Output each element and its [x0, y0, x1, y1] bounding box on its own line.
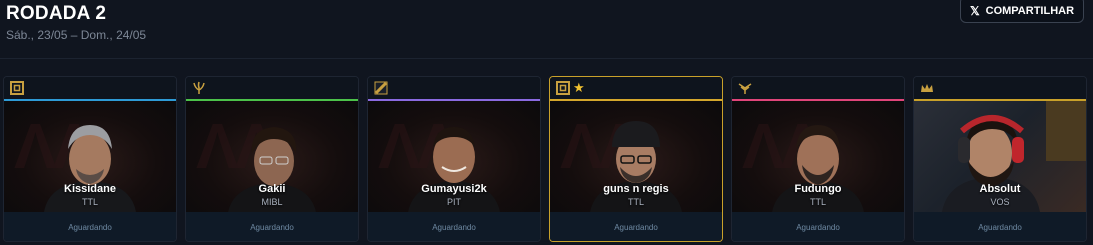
match-status: Aguardando [914, 212, 1086, 241]
share-button-label: COMPARTILHAR [985, 5, 1075, 17]
share-button[interactable]: 𝕏 COMPARTILHAR [960, 0, 1084, 23]
round-header: RODADA 2 Sáb., 23/05 – Dom., 24/05 𝕏 COM… [0, 0, 1093, 58]
player-card[interactable]: Absolut VOS Aguardando [913, 76, 1087, 242]
card-header [4, 77, 176, 99]
match-status: Aguardando [550, 212, 722, 241]
player-team: PIT [446, 197, 461, 207]
player-photo: ΛΛ [368, 101, 540, 212]
card-header [732, 77, 904, 99]
player-team: TTL [81, 197, 98, 207]
round-title: RODADA 2 [6, 3, 107, 24]
match-status: Aguardando [186, 212, 358, 241]
player-card[interactable]: ★ ΛΛ guns n regis TTL Aguardando [549, 76, 723, 242]
round-dates: Sáb., 23/05 – Dom., 24/05 [6, 28, 147, 42]
card-header [368, 77, 540, 99]
wing-icon [738, 83, 752, 94]
player-photo: ΛΛ [732, 101, 904, 212]
player-name: Gumayusi2k [421, 183, 487, 195]
card-header [186, 77, 358, 99]
player-card[interactable]: ΛΛ Gumayusi2k PIT Aguardando [367, 76, 541, 242]
match-status: Aguardando [732, 212, 904, 241]
player-team: MIBL [261, 197, 283, 207]
player-photo: ΛΛ [550, 101, 722, 212]
match-status: Aguardando [4, 212, 176, 241]
match-status: Aguardando [368, 212, 540, 241]
player-name: Absolut [979, 183, 1021, 195]
player-name: guns n regis [603, 183, 669, 195]
header-divider [0, 58, 1093, 59]
card-header: ★ [550, 77, 722, 99]
x-logo-icon: 𝕏 [969, 4, 980, 18]
player-card[interactable]: ΛΛ Kissidane TTL Aguardando [3, 76, 177, 242]
square-frame-icon [10, 81, 24, 95]
player-card[interactable]: ΛΛ Gakii MIBL Aguardando [185, 76, 359, 242]
player-name: Fudungo [794, 183, 842, 195]
card-header [914, 77, 1086, 99]
player-photo [914, 101, 1086, 212]
player-name: Kissidane [64, 183, 116, 195]
player-team: VOS [990, 197, 1010, 207]
square-frame-icon [556, 81, 570, 95]
player-photo: ΛΛ [186, 101, 358, 212]
player-card[interactable]: ΛΛ Fudungo TTL Aguardando [731, 76, 905, 242]
diagonal-slash-icon [374, 81, 388, 95]
player-team: TTL [627, 197, 644, 207]
player-cards: ΛΛ Kissidane TTL Aguardando ΛΛ Gakii MIB… [3, 76, 1093, 242]
player-team: TTL [809, 197, 826, 207]
player-photo: ΛΛ [4, 101, 176, 212]
star-icon: ★ [573, 80, 585, 95]
leaf-icon [193, 81, 205, 94]
player-name: Gakii [258, 183, 286, 195]
crown-icon [921, 84, 933, 92]
